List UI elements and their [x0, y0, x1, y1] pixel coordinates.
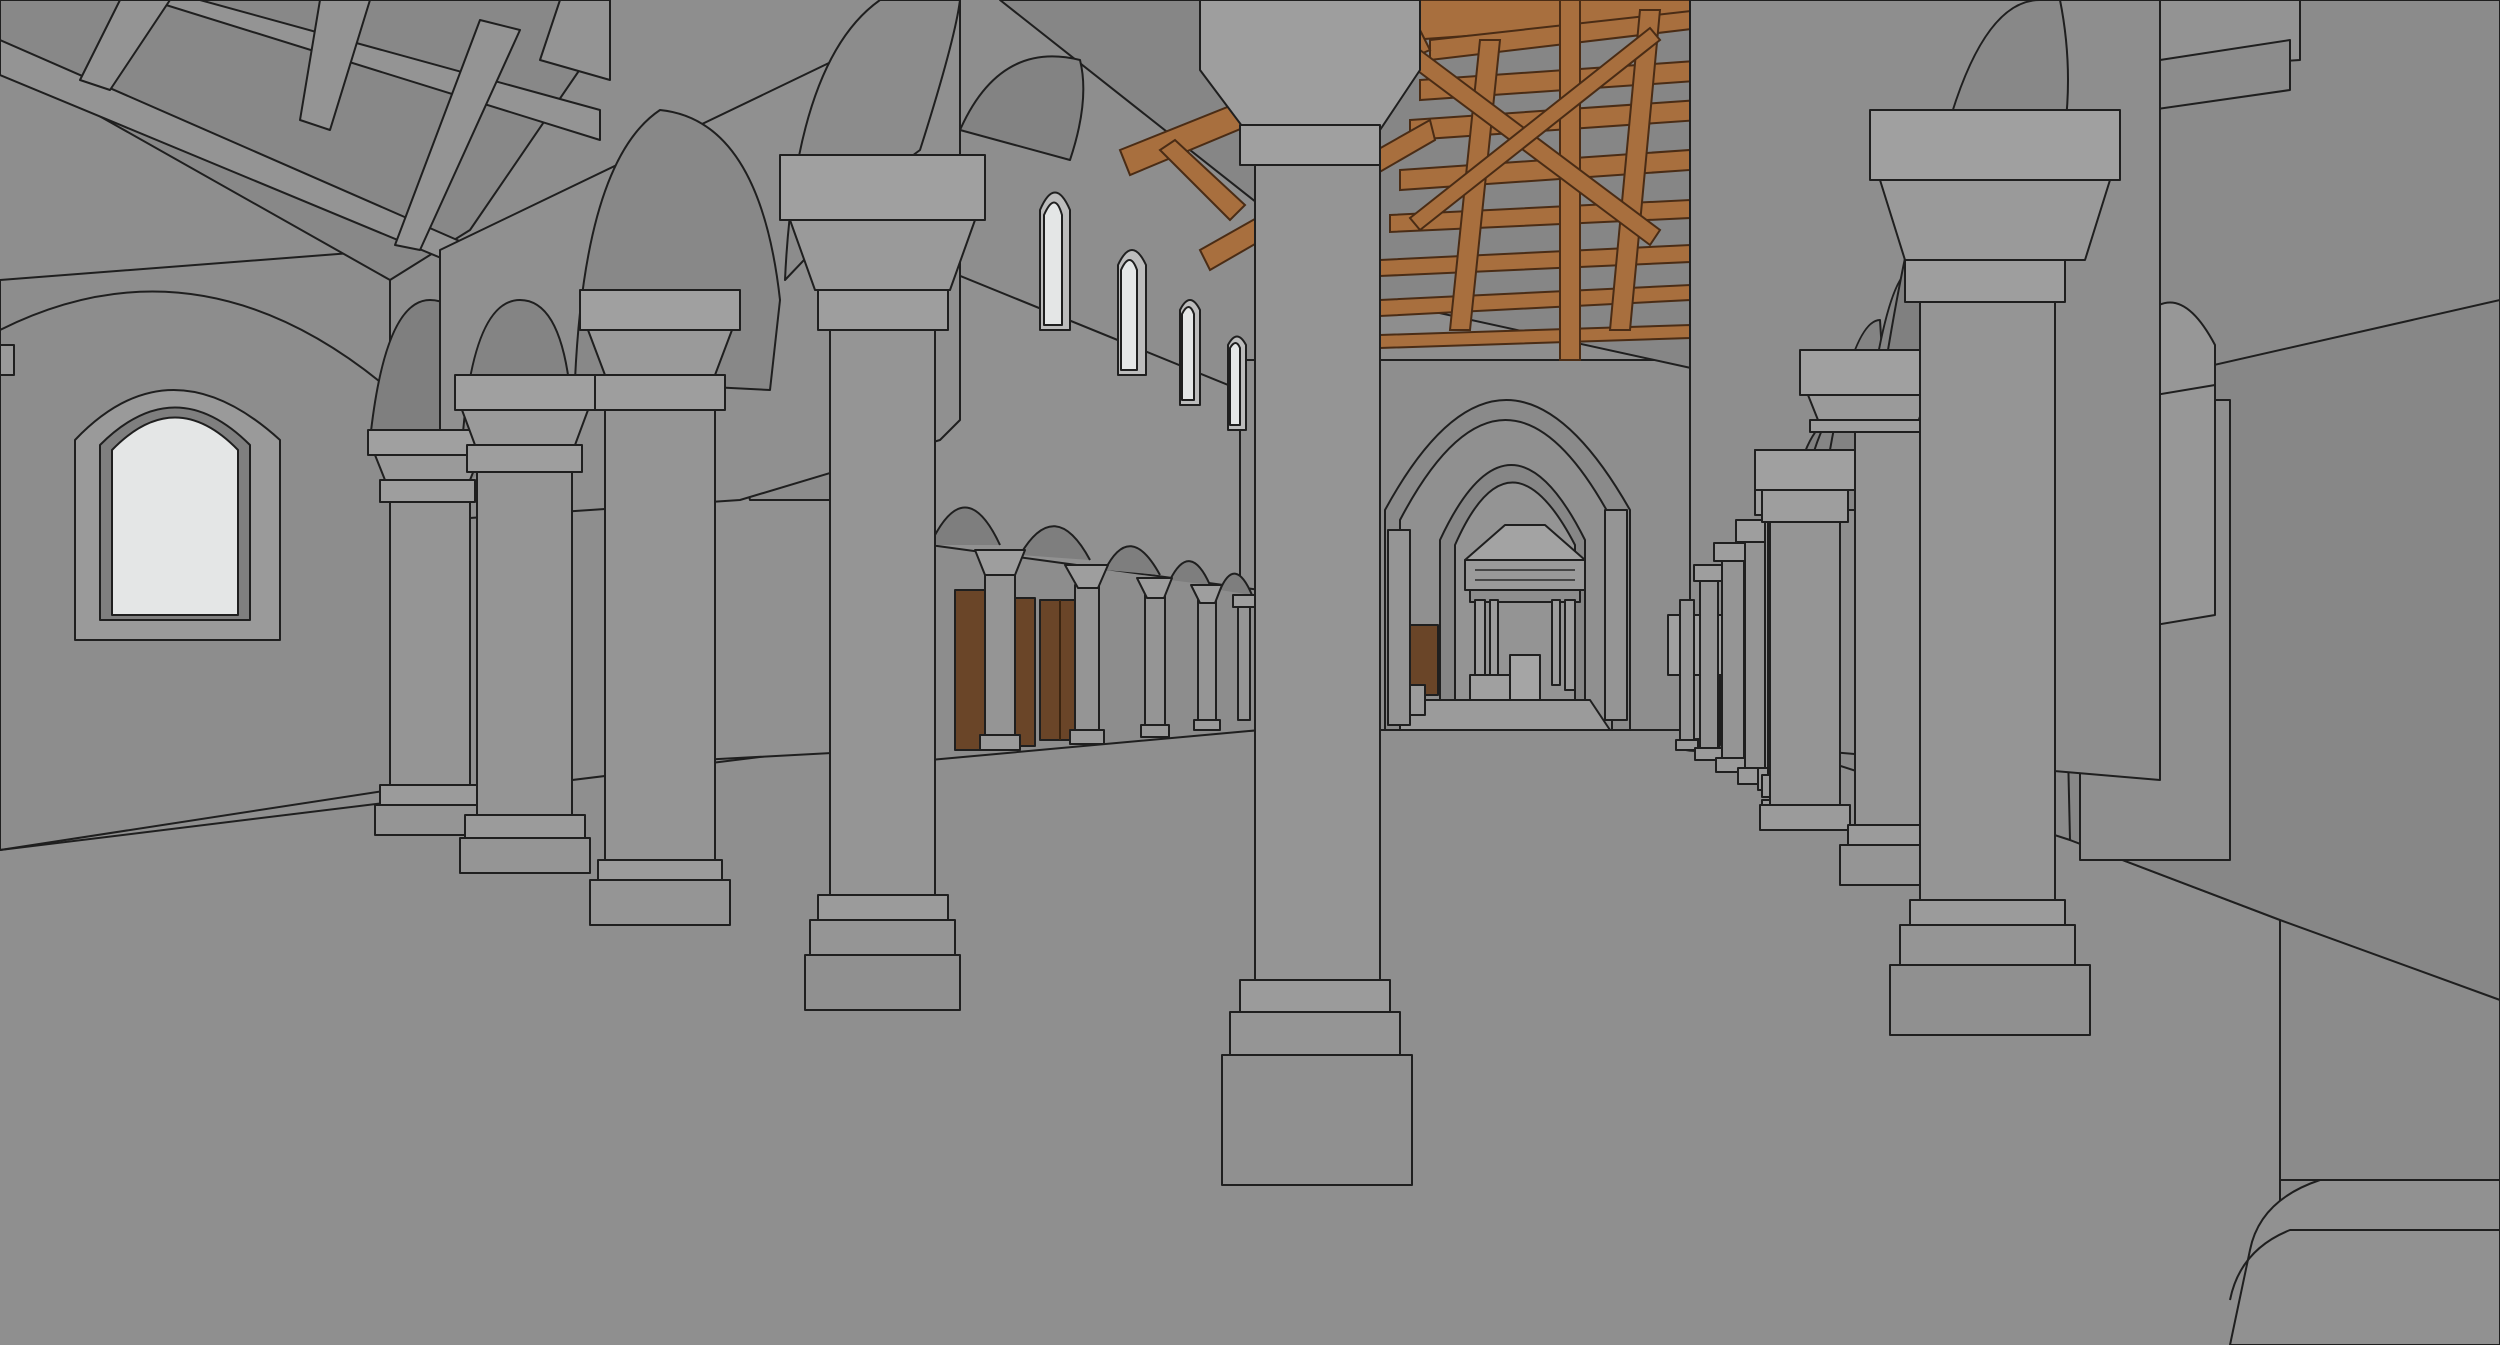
altar-step — [1509, 654, 1541, 706]
aisle-window-left — [74, 389, 281, 641]
wall-bracket — [0, 344, 15, 376]
column-left-3 — [579, 289, 741, 926]
column — [1675, 599, 1699, 751]
render-canvas — [0, 0, 2500, 1345]
presbytery-steps — [1399, 699, 1611, 731]
basilica-nave-render — [0, 0, 2500, 1345]
door — [1014, 597, 1036, 747]
column-right-4 — [1754, 449, 1856, 831]
